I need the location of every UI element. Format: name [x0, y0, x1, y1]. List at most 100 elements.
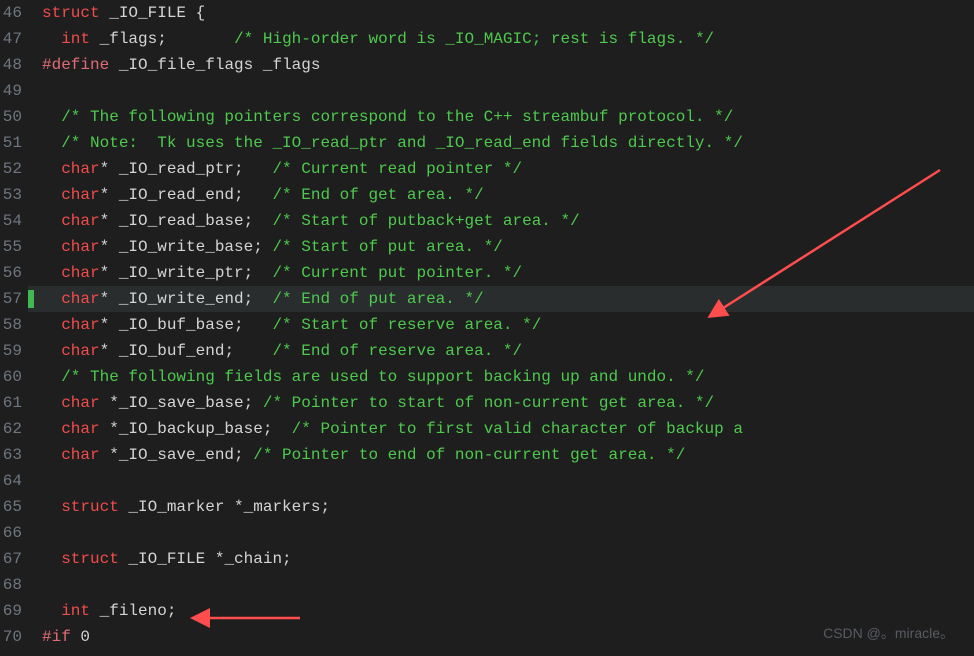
code-token: ;: [244, 264, 254, 282]
code-token: [244, 316, 273, 334]
code-token: ;: [234, 160, 244, 178]
code-token: _IO_FILE: [128, 550, 205, 568]
code-token: [42, 498, 61, 516]
code-line[interactable]: char* _IO_write_base; /* Start of put ar…: [42, 234, 974, 260]
line-number: 52: [0, 156, 22, 182]
code-token: /* Current read pointer */: [272, 160, 522, 178]
code-token: [263, 238, 273, 256]
code-line[interactable]: char* _IO_read_base; /* Start of putback…: [42, 208, 974, 234]
marker-slot: [28, 156, 38, 182]
code-token: [90, 602, 100, 620]
code-token: int: [61, 602, 90, 620]
code-token: _IO_read_base: [119, 212, 244, 230]
line-number: 68: [0, 572, 22, 598]
code-token: _IO_FILE: [109, 4, 186, 22]
code-line[interactable]: char *_IO_save_end; /* Pointer to end of…: [42, 442, 974, 468]
code-line[interactable]: char* _IO_read_end; /* End of get area. …: [42, 182, 974, 208]
code-token: struct: [42, 4, 100, 22]
code-token: [42, 446, 61, 464]
code-token: [253, 264, 272, 282]
code-token: [253, 56, 263, 74]
marker-slot: [28, 290, 38, 316]
code-line[interactable]: /* The following fields are used to supp…: [42, 364, 974, 390]
line-number: 69: [0, 598, 22, 624]
marker-slot: [28, 524, 38, 550]
code-line[interactable]: struct _IO_FILE *_chain;: [42, 546, 974, 572]
line-number: 58: [0, 312, 22, 338]
code-token: _IO_write_end: [119, 290, 244, 308]
line-number: 59: [0, 338, 22, 364]
code-token: _IO_buf_end: [119, 342, 225, 360]
code-token: char: [61, 446, 99, 464]
code-token: _IO_backup_base: [119, 420, 263, 438]
code-token: ;: [234, 446, 244, 464]
code-token: _IO_save_end: [119, 446, 234, 464]
code-token: #define: [42, 56, 109, 74]
code-token: char: [61, 316, 99, 334]
code-token: /* Start of reserve area. */: [272, 316, 541, 334]
code-token: ;: [167, 602, 177, 620]
marker-slot: [28, 104, 38, 130]
code-token: _flags: [263, 56, 321, 74]
code-token: ;: [224, 342, 234, 360]
code-line[interactable]: char *_IO_save_base; /* Pointer to start…: [42, 390, 974, 416]
code-line[interactable]: char* _IO_write_ptr; /* Current put poin…: [42, 260, 974, 286]
marker-slot: [28, 0, 38, 26]
code-token: ;: [282, 550, 292, 568]
code-line[interactable]: [42, 520, 974, 546]
code-token: ;: [244, 212, 254, 230]
code-token: char: [61, 186, 99, 204]
code-line[interactable]: char* _IO_buf_end; /* End of reserve are…: [42, 338, 974, 364]
code-token: [119, 498, 129, 516]
code-line[interactable]: char* _IO_buf_base; /* Start of reserve …: [42, 312, 974, 338]
code-area[interactable]: struct _IO_FILE { int _flags; /* High-or…: [38, 0, 974, 656]
code-line[interactable]: [42, 572, 974, 598]
code-token: _IO_save_base: [119, 394, 244, 412]
code-line[interactable]: [42, 468, 974, 494]
marker-slot: [28, 472, 38, 498]
line-number: 64: [0, 468, 22, 494]
marker-slot: [28, 182, 38, 208]
code-token: [119, 550, 129, 568]
code-line[interactable]: char* _IO_write_end; /* End of put area.…: [42, 286, 974, 312]
code-token: _IO_write_ptr: [119, 264, 244, 282]
code-line[interactable]: struct _IO_marker *_markers;: [42, 494, 974, 520]
code-line[interactable]: char* _IO_read_ptr; /* Current read poin…: [42, 156, 974, 182]
code-token: *: [100, 420, 119, 438]
line-number: 62: [0, 416, 22, 442]
code-token: int: [61, 30, 90, 48]
code-token: [71, 628, 81, 646]
code-token: char: [61, 290, 99, 308]
code-line[interactable]: #define _IO_file_flags _flags: [42, 52, 974, 78]
code-token: ;: [244, 394, 254, 412]
code-token: [90, 30, 100, 48]
line-number: 53: [0, 182, 22, 208]
code-token: _IO_read_end: [119, 186, 234, 204]
line-number: 54: [0, 208, 22, 234]
code-token: struct: [61, 550, 119, 568]
marker-slot: [28, 26, 38, 52]
code-line[interactable]: /* Note: Tk uses the _IO_read_ptr and _I…: [42, 130, 974, 156]
line-number: 61: [0, 390, 22, 416]
code-token: char: [61, 238, 99, 256]
code-line[interactable]: [42, 78, 974, 104]
code-token: /* Start of putback+get area. */: [272, 212, 579, 230]
marker-slot: [28, 260, 38, 286]
code-editor[interactable]: 4647484950515253545556575859606162636465…: [0, 0, 974, 656]
code-line[interactable]: char *_IO_backup_base; /* Pointer to fir…: [42, 416, 974, 442]
code-token: *: [100, 264, 119, 282]
code-token: [42, 264, 61, 282]
line-number-gutter: 4647484950515253545556575859606162636465…: [0, 0, 28, 656]
marker-slot: [28, 602, 38, 628]
code-token: [272, 420, 291, 438]
code-line[interactable]: /* The following pointers correspond to …: [42, 104, 974, 130]
code-token: *: [100, 342, 119, 360]
code-line[interactable]: struct _IO_FILE {: [42, 0, 974, 26]
code-token: [42, 316, 61, 334]
code-token: ;: [244, 290, 254, 308]
code-line[interactable]: int _flags; /* High-order word is _IO_MA…: [42, 26, 974, 52]
code-token: [253, 290, 272, 308]
code-token: [42, 342, 61, 360]
line-number: 66: [0, 520, 22, 546]
line-number: 49: [0, 78, 22, 104]
